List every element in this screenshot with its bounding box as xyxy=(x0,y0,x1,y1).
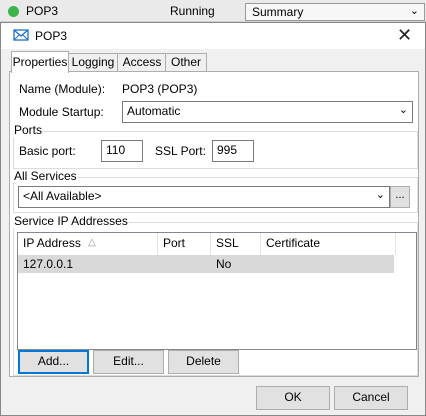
column-port[interactable]: Port xyxy=(158,233,211,255)
ssl-port-input[interactable]: 995 xyxy=(212,140,254,162)
chevron-down-icon: ⌄ xyxy=(375,189,385,201)
cancel-button[interactable]: Cancel xyxy=(334,386,408,410)
view-select[interactable]: Summary ⌄ xyxy=(245,3,425,21)
column-ssl[interactable]: SSL xyxy=(211,233,261,255)
row-ip: 127.0.0.1 xyxy=(23,257,74,271)
tab-other[interactable]: Other xyxy=(165,53,207,73)
view-select-value: Summary xyxy=(252,5,304,19)
list-header: IP Address △ Port SSL Certificate xyxy=(18,233,416,255)
services-browse-button[interactable]: ... xyxy=(390,186,410,208)
column-certificate[interactable]: Certificate xyxy=(261,233,396,255)
table-row[interactable]: 127.0.0.1 No xyxy=(18,255,394,273)
basic-port-input[interactable]: 110 xyxy=(101,140,143,162)
delete-button[interactable]: Delete xyxy=(168,350,239,374)
basic-port-value: 110 xyxy=(106,143,126,157)
dialog-title: POP3 xyxy=(35,29,68,43)
running-status-icon xyxy=(8,6,19,17)
module-name: POP3 xyxy=(26,4,59,18)
envelope-icon xyxy=(13,29,29,41)
dialog-titlebar: POP3 ✕ xyxy=(1,23,425,49)
services-select[interactable]: <All Available> ⌄ xyxy=(18,186,390,208)
ports-group-title: Ports xyxy=(13,123,44,137)
tab-properties[interactable]: Properties xyxy=(11,51,69,73)
row-ssl: No xyxy=(216,257,232,271)
column-ip-address-label: IP Address xyxy=(23,236,81,250)
ip-addresses-group-title: Service IP Addresses xyxy=(13,214,129,228)
add-button[interactable]: Add... xyxy=(18,350,89,374)
name-value: POP3 (POP3) xyxy=(122,82,198,96)
column-ip-address[interactable]: IP Address △ xyxy=(18,233,158,255)
basic-port-label: Basic port: xyxy=(19,144,76,158)
startup-select-value: Automatic xyxy=(127,104,181,118)
tab-access[interactable]: Access xyxy=(117,53,167,73)
services-select-value: <All Available> xyxy=(23,189,102,203)
edit-button[interactable]: Edit... xyxy=(93,350,164,374)
close-icon[interactable]: ✕ xyxy=(397,25,412,46)
ssl-port-value: 995 xyxy=(217,143,238,157)
name-label: Name (Module): xyxy=(19,82,106,96)
ip-address-list[interactable]: IP Address △ Port SSL Certificate 127.0.… xyxy=(17,232,417,350)
startup-label: Module Startup: xyxy=(19,105,104,119)
sort-ascending-icon: △ xyxy=(88,237,96,248)
tab-logging[interactable]: Logging xyxy=(67,53,119,73)
chevron-down-icon: ⌄ xyxy=(398,104,408,116)
startup-select[interactable]: Automatic ⌄ xyxy=(122,101,413,123)
module-list-row[interactable]: POP3 Running Summary ⌄ xyxy=(0,0,426,22)
ssl-port-label: SSL Port: xyxy=(155,144,206,158)
chevron-down-icon: ⌄ xyxy=(409,5,419,17)
services-group-title: All Services xyxy=(13,169,78,183)
properties-panel: Name (Module): POP3 (POP3) Module Startu… xyxy=(9,71,419,377)
ok-button[interactable]: OK xyxy=(256,386,330,410)
module-status: Running xyxy=(170,4,215,18)
module-properties-dialog: POP3 ✕ Properties Logging Access Other N… xyxy=(0,22,426,416)
